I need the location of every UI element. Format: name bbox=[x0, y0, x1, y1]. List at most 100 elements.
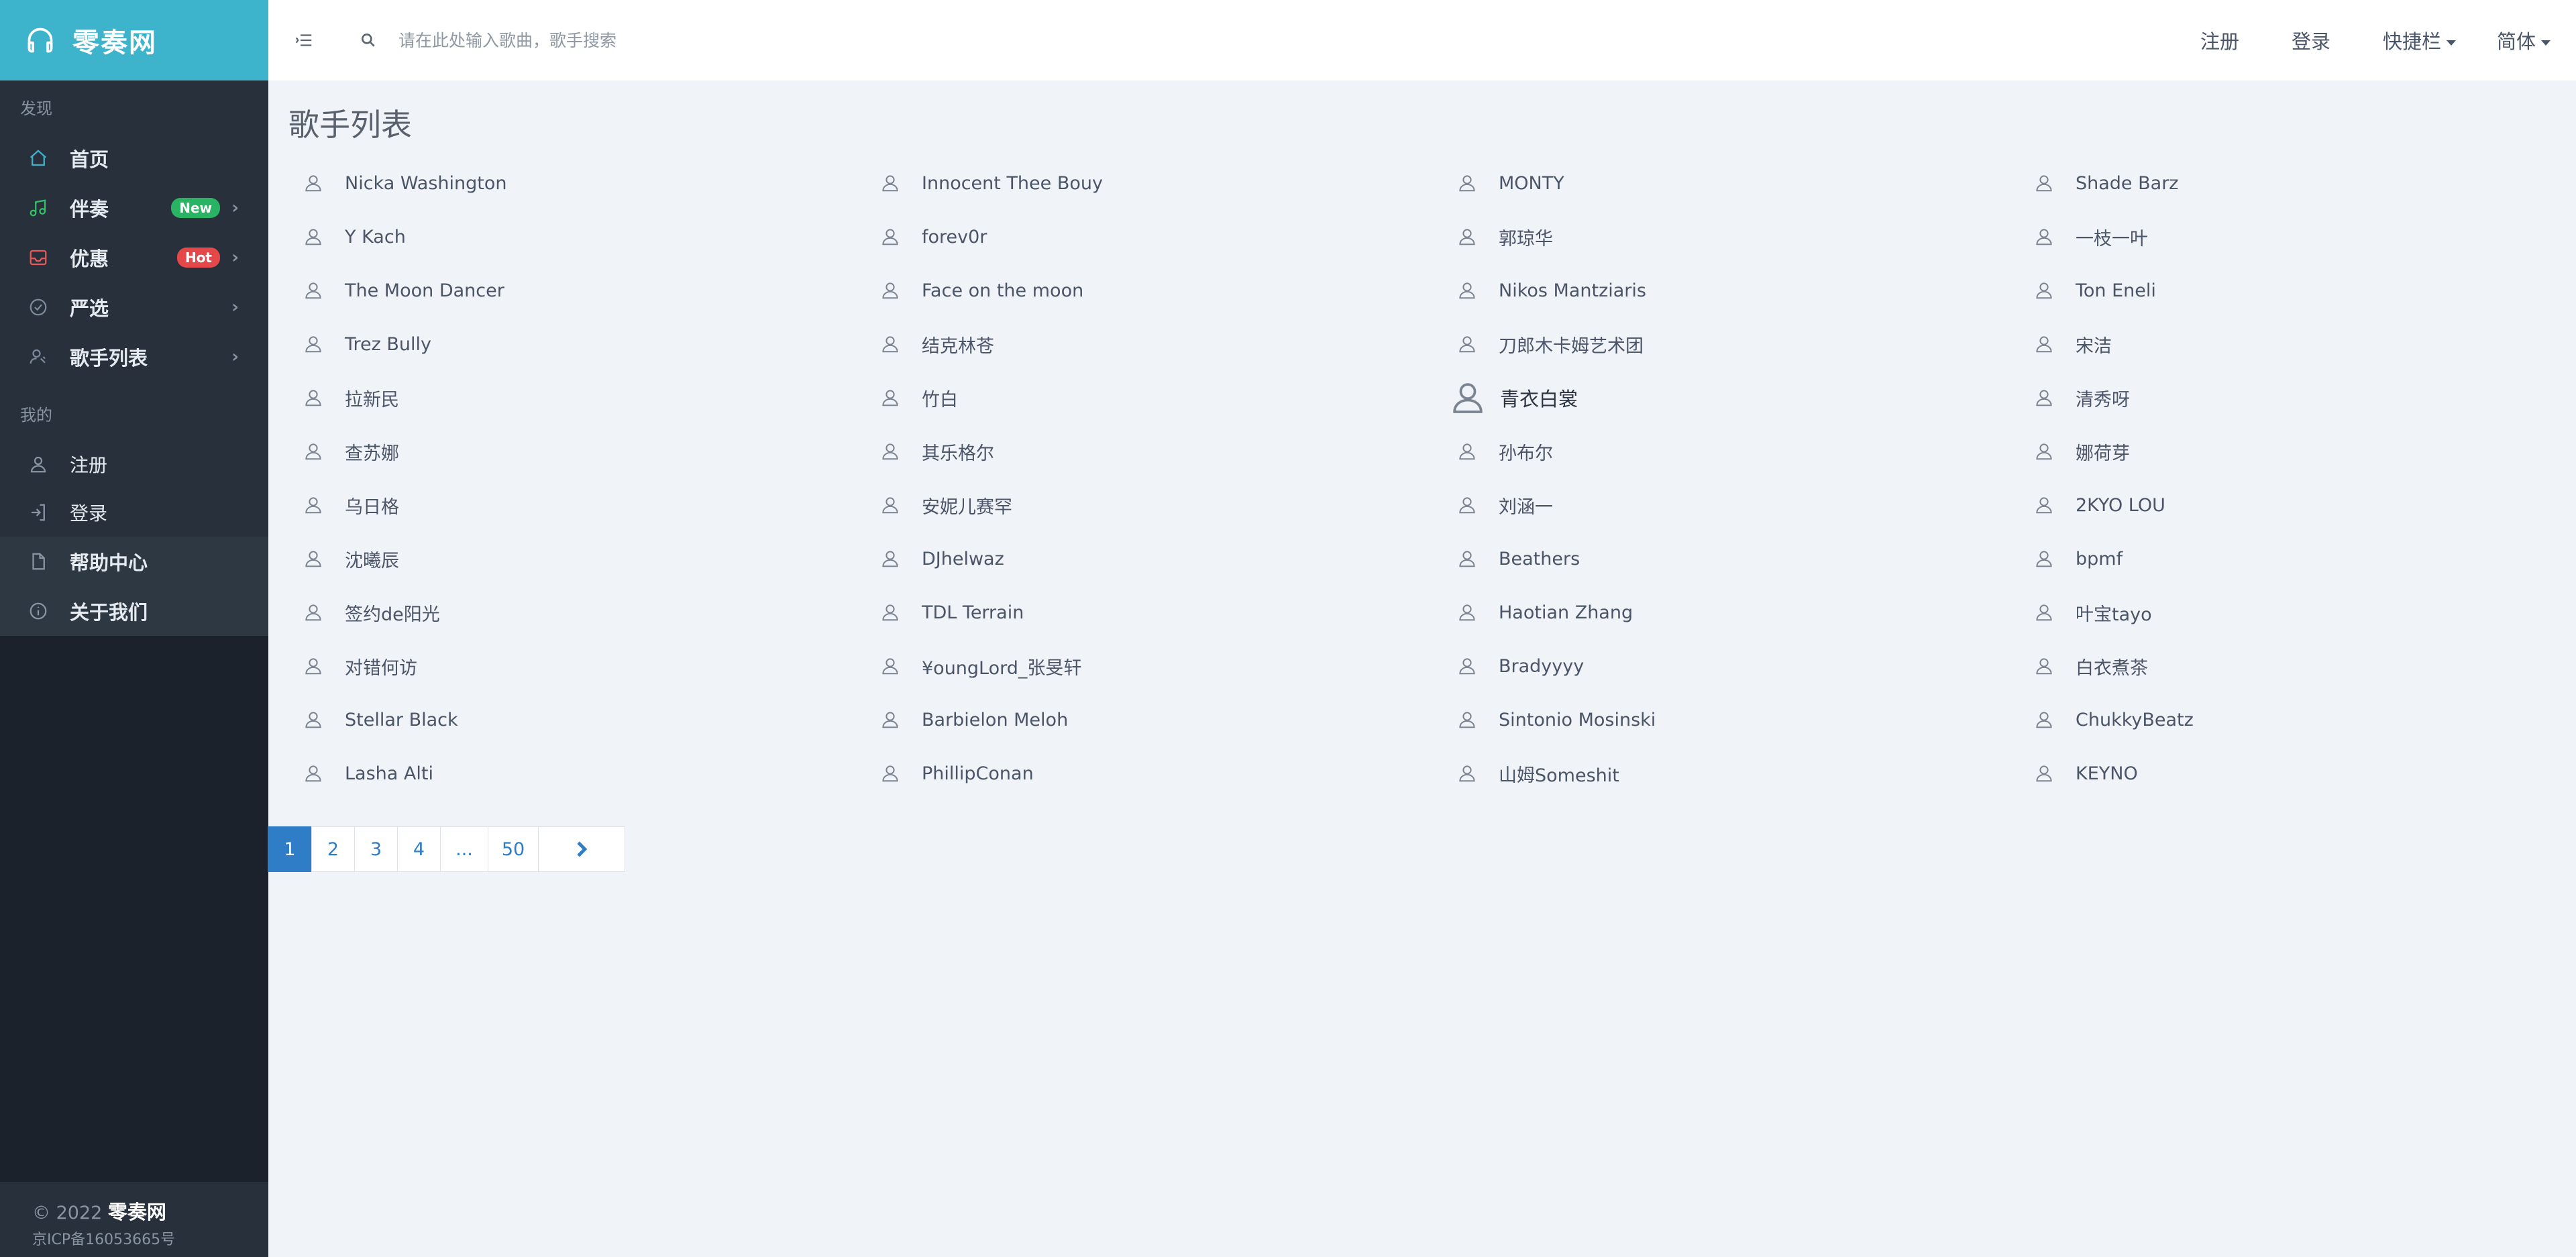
discover-section: 发现 首页 伴奏 New › 优惠 Hot › 严选 › 歌手列表 › bbox=[0, 80, 268, 382]
artist-item[interactable]: 青衣白裳 bbox=[1453, 381, 1578, 415]
artist-item[interactable]: KEYNO bbox=[2034, 757, 2138, 790]
artist-item[interactable]: TDL Terrain bbox=[880, 596, 1024, 629]
artist-name: KEYNO bbox=[2076, 763, 2138, 784]
artist-item[interactable]: 竹白 bbox=[880, 381, 958, 415]
artist-item[interactable]: Face on the moon bbox=[880, 274, 1083, 307]
artist-item[interactable]: Innocent Thee Bouy bbox=[880, 166, 1103, 200]
artist-item[interactable]: 安妮儿赛罕 bbox=[880, 488, 1012, 522]
artist-item[interactable]: Barbielon Meloh bbox=[880, 703, 1068, 736]
artist-name: 一枝一叶 bbox=[2076, 228, 2148, 250]
artist-item[interactable]: 2KYO LOU bbox=[2034, 488, 2165, 522]
artist-item[interactable]: DJhelwaz bbox=[880, 542, 1004, 576]
user-icon bbox=[303, 763, 323, 783]
register-link[interactable]: 注册 bbox=[2200, 26, 2239, 54]
artist-item[interactable]: 拉新民 bbox=[303, 381, 399, 415]
artist-item[interactable]: Trez Bully bbox=[303, 327, 431, 361]
artist-name: Shade Barz bbox=[2076, 172, 2179, 194]
login-link[interactable]: 登录 bbox=[2292, 26, 2330, 54]
chevron-right-icon: › bbox=[231, 297, 239, 317]
artist-item[interactable]: 白衣煮茶 bbox=[2034, 649, 2148, 683]
artist-item[interactable]: Ton Eneli bbox=[2034, 274, 2156, 307]
artist-item[interactable]: Lasha Alti bbox=[303, 757, 433, 790]
artist-name: 安妮儿赛罕 bbox=[922, 496, 1012, 518]
user-icon bbox=[303, 495, 323, 515]
mine-section: 我的 注册 登录 bbox=[0, 382, 268, 537]
user-icon bbox=[2034, 441, 2054, 461]
artist-item[interactable]: 一枝一叶 bbox=[2034, 220, 2148, 254]
menu-toggle-icon[interactable] bbox=[294, 30, 314, 50]
artist-item[interactable]: Y Kach bbox=[303, 220, 406, 254]
artist-item[interactable]: PhillipConan bbox=[880, 757, 1034, 790]
artist-name: MONTY bbox=[1499, 172, 1564, 194]
artist-item[interactable]: 山姆Someshit bbox=[1457, 757, 1619, 790]
discover-header: 发现 bbox=[0, 80, 268, 133]
nav-accompaniment[interactable]: 伴奏 New › bbox=[0, 183, 268, 233]
artist-name: 叶宝tayo bbox=[2076, 604, 2152, 625]
music-note-icon bbox=[28, 198, 48, 218]
artist-item[interactable]: Stellar Black bbox=[303, 703, 458, 736]
artist-item[interactable]: Sintonio Mosinski bbox=[1457, 703, 1656, 736]
artist-item[interactable]: MONTY bbox=[1457, 166, 1564, 200]
nav-help[interactable]: 帮助中心 bbox=[0, 537, 268, 586]
artist-item[interactable]: 乌日格 bbox=[303, 488, 399, 522]
nav-login-label: 登录 bbox=[70, 502, 108, 525]
artist-item[interactable]: 孙布尔 bbox=[1457, 435, 1553, 468]
artist-item[interactable]: Nicka Washington bbox=[303, 166, 507, 200]
nav-discount[interactable]: 优惠 Hot › bbox=[0, 233, 268, 282]
document-icon bbox=[28, 551, 48, 571]
artist-item[interactable]: Bradyyyy bbox=[1457, 649, 1584, 683]
artist-item[interactable]: The Moon Dancer bbox=[303, 274, 504, 307]
artist-item[interactable]: 郭琼华 bbox=[1457, 220, 1553, 254]
user-icon bbox=[2034, 710, 2054, 730]
page-title: 歌手列表 bbox=[288, 107, 412, 143]
shortcuts-dropdown[interactable]: 快捷栏 bbox=[2383, 26, 2457, 54]
footer-brand: 零奏网 bbox=[107, 1201, 166, 1223]
page-2[interactable]: 2 bbox=[311, 826, 355, 872]
artist-item[interactable]: ¥oungLord_张旻轩 bbox=[880, 649, 1081, 683]
artist-item[interactable]: bpmf bbox=[2034, 542, 2123, 576]
artist-item[interactable]: 叶宝tayo bbox=[2034, 596, 2152, 629]
artist-item[interactable]: 刀郎木卡姆艺术团 bbox=[1457, 327, 1644, 361]
artist-item[interactable]: Beathers bbox=[1457, 542, 1580, 576]
nav-login[interactable]: 登录 bbox=[0, 488, 268, 537]
page-4[interactable]: 4 bbox=[397, 826, 441, 872]
artist-item[interactable]: 宋洁 bbox=[2034, 327, 2112, 361]
artist-item[interactable]: Haotian Zhang bbox=[1457, 596, 1633, 629]
artist-item[interactable]: forev0r bbox=[880, 220, 987, 254]
next-page-button[interactable] bbox=[538, 826, 625, 872]
search-icon[interactable] bbox=[360, 32, 377, 49]
caret-down-icon bbox=[2447, 40, 2457, 46]
page-1[interactable]: 1 bbox=[268, 826, 312, 872]
artist-item[interactable]: 其乐格尔 bbox=[880, 435, 994, 468]
artist-item[interactable]: 刘涵一 bbox=[1457, 488, 1553, 522]
artist-item[interactable]: Shade Barz bbox=[2034, 166, 2178, 200]
artist-item[interactable]: 对错何访 bbox=[303, 649, 417, 683]
nav-register[interactable]: 注册 bbox=[0, 440, 268, 488]
nav-selection[interactable]: 严选 › bbox=[0, 282, 268, 332]
nav-home[interactable]: 首页 bbox=[0, 133, 268, 183]
language-dropdown[interactable]: 简体 bbox=[2497, 26, 2551, 54]
artist-item[interactable]: 签约de阳光 bbox=[303, 596, 440, 629]
user-icon bbox=[880, 495, 900, 515]
artist-item[interactable]: 结克林苍 bbox=[880, 327, 994, 361]
artist-item[interactable]: ChukkyBeatz bbox=[2034, 703, 2194, 736]
artist-name: 郭琼华 bbox=[1499, 228, 1553, 250]
artist-name: 结克林苍 bbox=[922, 335, 994, 357]
nav-singers[interactable]: 歌手列表 › bbox=[0, 332, 268, 382]
search-input[interactable] bbox=[398, 30, 1002, 50]
user-icon bbox=[303, 280, 323, 300]
nav-about[interactable]: 关于我们 bbox=[0, 586, 268, 636]
artist-item[interactable]: 沈曦辰 bbox=[303, 542, 399, 576]
artist-item[interactable]: 查苏娜 bbox=[303, 435, 399, 468]
artist-item[interactable]: 清秀呀 bbox=[2034, 381, 2130, 415]
page-3[interactable]: 3 bbox=[354, 826, 398, 872]
page-50[interactable]: 50 bbox=[488, 826, 539, 872]
artist-item[interactable]: 娜荷芽 bbox=[2034, 435, 2130, 468]
icp-number[interactable]: 京ICP备16053665号 bbox=[32, 1227, 268, 1249]
home-icon bbox=[28, 148, 48, 168]
artist-name: 沈曦辰 bbox=[345, 550, 399, 571]
artist-item[interactable]: Nikos Mantziaris bbox=[1457, 274, 1646, 307]
user-icon bbox=[1457, 280, 1477, 300]
brand[interactable]: 零奏网 bbox=[0, 0, 268, 80]
artist-name: Sintonio Mosinski bbox=[1499, 709, 1656, 730]
